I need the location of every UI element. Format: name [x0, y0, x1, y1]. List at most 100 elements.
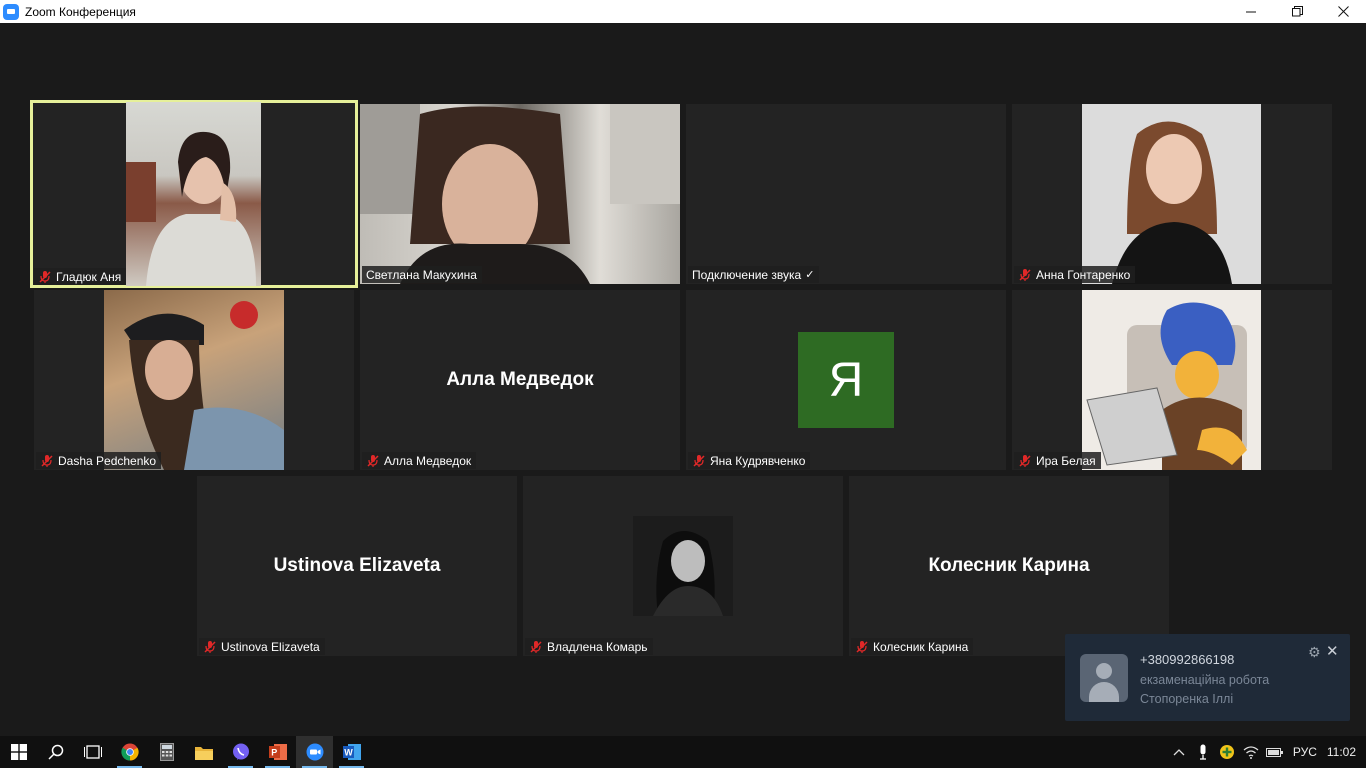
battery-tray[interactable]: [1263, 736, 1287, 768]
participant-photo: [633, 516, 733, 616]
sender-avatar: [1080, 654, 1128, 702]
participant-tile-kolesnik[interactable]: Колесник Карина Колесник Карина: [849, 476, 1169, 656]
participant-avatar: Я: [798, 332, 894, 428]
participant-nameplate: Ustinova Elizaveta: [199, 638, 325, 655]
search-button[interactable]: [37, 736, 74, 768]
close-icon: [1337, 6, 1349, 17]
notification-sender: +380992866198: [1140, 652, 1235, 667]
mic-muted-icon: [529, 640, 543, 654]
participant-tile-connecting[interactable]: Подключение звука ✓: [686, 104, 1006, 284]
participant-name: Гладюк Аня: [56, 269, 122, 284]
participant-display-name: Колесник Карина: [928, 555, 1090, 576]
title-bar: Zoom Конференция: [0, 0, 1366, 23]
microphone-icon: [1199, 744, 1206, 760]
taskbar-zoom[interactable]: [296, 736, 333, 768]
participant-nameplate: Яна Кудрявченко: [688, 452, 811, 469]
illustration-avatar: [1086, 302, 1247, 470]
taskbar-word[interactable]: W: [333, 736, 370, 768]
mic-muted-icon: [38, 270, 52, 284]
taskbar-chrome[interactable]: [111, 736, 148, 768]
person-silhouette: [653, 531, 723, 616]
participant-nameplate: Гладюк Аня: [34, 268, 127, 285]
system-tray: РУС 11:02: [1167, 736, 1366, 768]
restore-icon: [1291, 6, 1303, 17]
participant-name: Dasha Pedchenko: [58, 453, 157, 468]
mic-muted-icon: [1018, 268, 1032, 282]
chrome-icon: [120, 743, 139, 761]
viber-icon: [232, 743, 249, 760]
participant-video: [126, 102, 261, 286]
chevron-up-icon: [1173, 749, 1185, 756]
show-hidden-icons[interactable]: [1167, 736, 1191, 768]
mic-muted-icon: [203, 640, 217, 654]
svg-text:P: P: [271, 748, 277, 758]
zoom-icon: [306, 743, 323, 761]
message-notification[interactable]: +380992866198 екзаменаційна робота Стопо…: [1065, 634, 1350, 721]
restore-button[interactable]: [1274, 0, 1320, 23]
participant-tile-medvedok[interactable]: Алла Медведок Алла Медведок: [360, 290, 680, 470]
participant-nameplate: Dasha Pedchenko: [36, 452, 162, 469]
participant-name: Алла Медведок: [384, 453, 472, 468]
mic-muted-icon: [855, 640, 869, 654]
participant-name: Светлана Макухина: [366, 267, 477, 282]
participant-display-name: Алла Медведок: [446, 369, 594, 390]
participant-video: [104, 290, 284, 470]
participant-nameplate: Светлана Макухина: [362, 266, 482, 283]
participant-display-name: Ustinova Elizaveta: [273, 555, 441, 576]
powerpoint-icon: P: [268, 744, 287, 760]
taskbar-calculator[interactable]: [148, 736, 185, 768]
participant-video: [1082, 290, 1261, 470]
svg-text:W: W: [344, 748, 353, 758]
participant-tile-pedchenko[interactable]: Dasha Pedchenko: [34, 290, 354, 470]
calculator-icon: [159, 743, 174, 761]
close-window-button[interactable]: [1320, 0, 1366, 23]
notification-message: екзаменаційна робота Стопоренка Іллі: [1140, 673, 1270, 706]
participant-name: Колесник Карина: [873, 639, 969, 654]
checkmark-icon: ✓: [805, 269, 815, 281]
participant-video: [1082, 104, 1261, 284]
gallery-view: Гладюк Аня Светлана Макухина Подключение…: [0, 23, 1366, 736]
start-button[interactable]: [0, 736, 37, 768]
participant-name: Ира Белая: [1036, 453, 1096, 468]
security-tray[interactable]: [1215, 736, 1239, 768]
wifi-tray[interactable]: [1239, 736, 1263, 768]
minimize-button[interactable]: [1228, 0, 1274, 23]
mic-muted-icon: [40, 454, 54, 468]
taskbar-powerpoint[interactable]: P: [259, 736, 296, 768]
task-view-icon: [83, 745, 102, 759]
person-silhouette: [1112, 121, 1232, 284]
word-icon: W: [342, 744, 361, 760]
participant-tile-makukhina[interactable]: Светлана Макухина: [360, 104, 680, 284]
participant-name: Яна Кудрявченко: [710, 453, 806, 468]
participant-tile-belaya[interactable]: Ира Белая: [1012, 290, 1332, 470]
participant-tile-gontarenko[interactable]: Анна Гонтаренко: [1012, 104, 1332, 284]
participant-tile-ustinova[interactable]: Ustinova Elizaveta Ustinova Elizaveta: [197, 476, 517, 656]
wifi-icon: [1243, 746, 1259, 759]
zoom-app-icon: [3, 3, 19, 20]
taskbar-file-explorer[interactable]: [185, 736, 222, 768]
person-silhouette: [360, 104, 680, 284]
mic-muted-icon: [1018, 454, 1032, 468]
participant-tile-kudryavchenko[interactable]: Я Яна Кудрявченко: [686, 290, 1006, 470]
shield-plus-icon: [1219, 745, 1234, 759]
window-title: Zoom Конференция: [25, 4, 136, 19]
gear-icon[interactable]: ⚙: [1308, 644, 1321, 661]
window-controls: [1228, 0, 1366, 23]
task-view-button[interactable]: [74, 736, 111, 768]
participant-video: [360, 104, 680, 284]
mic-muted-icon: [366, 454, 380, 468]
participant-nameplate: Колесник Карина: [851, 638, 974, 655]
windows-taskbar: P W РУС 11:02: [0, 736, 1366, 768]
folder-icon: [194, 746, 213, 760]
taskbar-viber[interactable]: [222, 736, 259, 768]
close-icon[interactable]: ✕: [1326, 642, 1339, 660]
search-icon: [47, 744, 63, 760]
taskbar-clock[interactable]: 11:02: [1327, 745, 1366, 759]
participant-nameplate: Алла Медведок: [362, 452, 477, 469]
input-language[interactable]: РУС: [1287, 745, 1327, 759]
participant-tile-gladyuk[interactable]: Гладюк Аня: [30, 100, 358, 288]
participant-tile-komar[interactable]: Владлена Комарь: [523, 476, 843, 656]
microphone-tray[interactable]: [1191, 736, 1215, 768]
person-silhouette: [126, 131, 256, 286]
windows-logo-icon: [10, 744, 27, 760]
